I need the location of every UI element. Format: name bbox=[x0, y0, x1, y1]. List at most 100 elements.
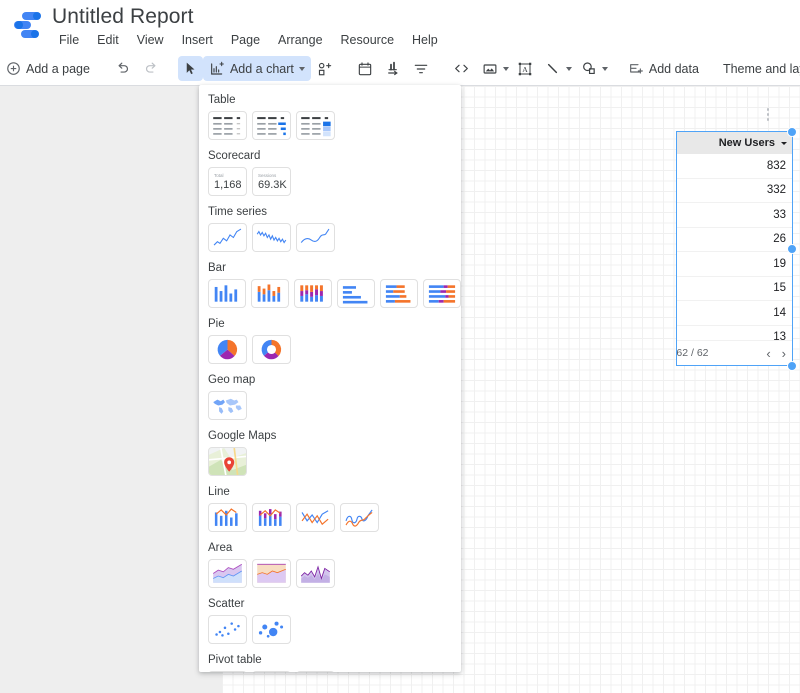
chart-type-table-plain[interactable] bbox=[208, 111, 247, 140]
embed-code-button[interactable] bbox=[447, 56, 476, 81]
cell-value: 332 bbox=[766, 184, 786, 197]
chart-type-line-multi[interactable] bbox=[296, 503, 335, 532]
resize-handle-bottom-right[interactable] bbox=[787, 361, 797, 371]
chart-type-table-heatmap[interactable] bbox=[296, 111, 335, 140]
add-chart-button[interactable]: Add a chart bbox=[202, 56, 311, 81]
app-header: Untitled Report File Edit View Insert Pa… bbox=[0, 0, 800, 52]
chart-type-table-bar[interactable] bbox=[252, 111, 291, 140]
section-pivot-table: Pivot table bbox=[199, 653, 461, 672]
redo-button[interactable] bbox=[137, 56, 166, 81]
chart-type-bar-column-stacked[interactable] bbox=[251, 279, 289, 308]
menu-resource[interactable]: Resource bbox=[332, 31, 404, 50]
more-options-icon[interactable] bbox=[763, 108, 773, 122]
chart-type-bar-column-100[interactable] bbox=[294, 279, 332, 308]
sort-control-button[interactable] bbox=[379, 56, 407, 81]
table-widget[interactable]: New Users 832 332 33 26 19 15 14 13 - 62… bbox=[676, 108, 797, 371]
section-area: Area bbox=[199, 541, 461, 588]
chart-type-bar-column[interactable] bbox=[208, 279, 246, 308]
table-pagination: - 62 / 62 ‹ › bbox=[677, 340, 792, 365]
chart-type-google-maps[interactable] bbox=[208, 447, 247, 476]
calendar-icon bbox=[357, 61, 373, 77]
table-row: 33 bbox=[677, 203, 792, 228]
pagination-label: - 62 / 62 bbox=[677, 347, 709, 359]
menu-bar: File Edit View Insert Page Arrange Resou… bbox=[50, 31, 447, 50]
add-data-button[interactable]: Add data bbox=[622, 56, 705, 81]
menu-edit[interactable]: Edit bbox=[88, 31, 128, 50]
image-icon bbox=[482, 61, 498, 77]
chart-type-bubble-chart[interactable] bbox=[252, 615, 291, 644]
line-tool-button[interactable] bbox=[539, 56, 574, 81]
cell-value: 33 bbox=[773, 208, 786, 221]
chart-type-line-smooth[interactable] bbox=[340, 503, 379, 532]
menu-arrange[interactable]: Arrange bbox=[269, 31, 331, 50]
chart-type-area-stacked[interactable] bbox=[208, 559, 247, 588]
cell-value: 15 bbox=[773, 282, 786, 295]
chart-type-scatter-plot[interactable] bbox=[208, 615, 247, 644]
menu-help[interactable]: Help bbox=[403, 31, 447, 50]
chart-type-pie-chart[interactable] bbox=[208, 335, 247, 364]
chart-type-scorecard-total[interactable]: Total 1,168 bbox=[208, 167, 247, 196]
chart-type-area-100[interactable] bbox=[252, 559, 291, 588]
filter-button[interactable] bbox=[407, 56, 435, 81]
undo-icon bbox=[114, 60, 131, 77]
section-scatter: Scatter bbox=[199, 597, 461, 644]
looker-studio-logo bbox=[14, 12, 44, 38]
section-title: Time series bbox=[208, 206, 267, 218]
undo-button[interactable] bbox=[108, 56, 137, 81]
cell-value: 19 bbox=[773, 257, 786, 270]
resize-handle-top-right[interactable] bbox=[787, 127, 797, 137]
add-chart-icon bbox=[209, 61, 225, 77]
select-tool-button[interactable] bbox=[177, 56, 203, 81]
add-chart-dropdown[interactable]: Table Scorecard Total 1,168 Sessions 69.… bbox=[199, 85, 461, 672]
report-title[interactable]: Untitled Report bbox=[52, 4, 194, 30]
column-header-new-users: New Users bbox=[718, 137, 775, 149]
chart-type-area-overlay[interactable] bbox=[296, 559, 335, 588]
add-data-icon bbox=[628, 61, 644, 77]
date-range-button[interactable] bbox=[351, 56, 379, 81]
chart-type-geo-map[interactable] bbox=[208, 391, 247, 420]
looker-studio-app: Untitled Report File Edit View Insert Pa… bbox=[0, 0, 800, 693]
data-table[interactable]: New Users 832 332 33 26 19 15 14 13 - 62… bbox=[677, 132, 792, 365]
section-line: Line bbox=[199, 485, 461, 532]
chart-type-line-combo[interactable] bbox=[208, 503, 247, 532]
section-title: Table bbox=[208, 94, 236, 106]
chevron-right-icon[interactable]: › bbox=[782, 346, 786, 361]
chart-type-bar-horizontal-100[interactable] bbox=[423, 279, 461, 308]
scorecard-value: 1,168 bbox=[214, 178, 242, 191]
chart-type-bar-horizontal[interactable] bbox=[337, 279, 375, 308]
chevron-left-icon[interactable]: ‹ bbox=[766, 346, 770, 361]
chart-type-timeseries-smooth[interactable] bbox=[296, 223, 335, 252]
chart-type-line-combo-stacked[interactable] bbox=[252, 503, 291, 532]
chart-type-pivot-heatmap[interactable] bbox=[296, 671, 335, 672]
section-pie: Pie bbox=[199, 317, 461, 364]
chart-type-donut-chart[interactable] bbox=[252, 335, 291, 364]
chart-type-bar-horizontal-stacked[interactable] bbox=[380, 279, 418, 308]
sort-desc-icon[interactable] bbox=[781, 141, 787, 145]
table-row: 19 bbox=[677, 252, 792, 277]
chevron-down-icon bbox=[502, 66, 509, 71]
chart-type-timeseries-dense[interactable] bbox=[252, 223, 291, 252]
menu-view[interactable]: View bbox=[128, 31, 173, 50]
table-header-row[interactable]: New Users bbox=[677, 132, 792, 154]
chart-type-scorecard-sessions[interactable]: Sessions 69.3K bbox=[252, 167, 291, 196]
table-row: 14 bbox=[677, 301, 792, 326]
chart-type-pivot-bar[interactable] bbox=[252, 671, 291, 672]
menu-page[interactable]: Page bbox=[222, 31, 269, 50]
section-title: Line bbox=[208, 486, 230, 498]
cell-value: 14 bbox=[773, 306, 786, 319]
text-box-button[interactable]: A bbox=[511, 56, 539, 81]
line-tool-icon bbox=[545, 61, 561, 77]
chart-type-timeseries-line[interactable] bbox=[208, 223, 247, 252]
menu-insert[interactable]: Insert bbox=[173, 31, 222, 50]
chart-type-pivot-plain[interactable] bbox=[208, 671, 247, 672]
section-title: Bar bbox=[208, 262, 226, 274]
image-button[interactable] bbox=[476, 56, 511, 81]
section-title: Pivot table bbox=[208, 654, 262, 666]
shape-tool-icon bbox=[580, 60, 597, 77]
shape-tool-button[interactable] bbox=[574, 56, 610, 81]
add-page-button[interactable]: Add a page bbox=[0, 56, 96, 81]
add-control-button[interactable] bbox=[311, 56, 339, 81]
resize-handle-right[interactable] bbox=[787, 244, 797, 254]
menu-file[interactable]: File bbox=[50, 31, 88, 50]
theme-layout-button[interactable]: Theme and layout bbox=[717, 56, 800, 81]
